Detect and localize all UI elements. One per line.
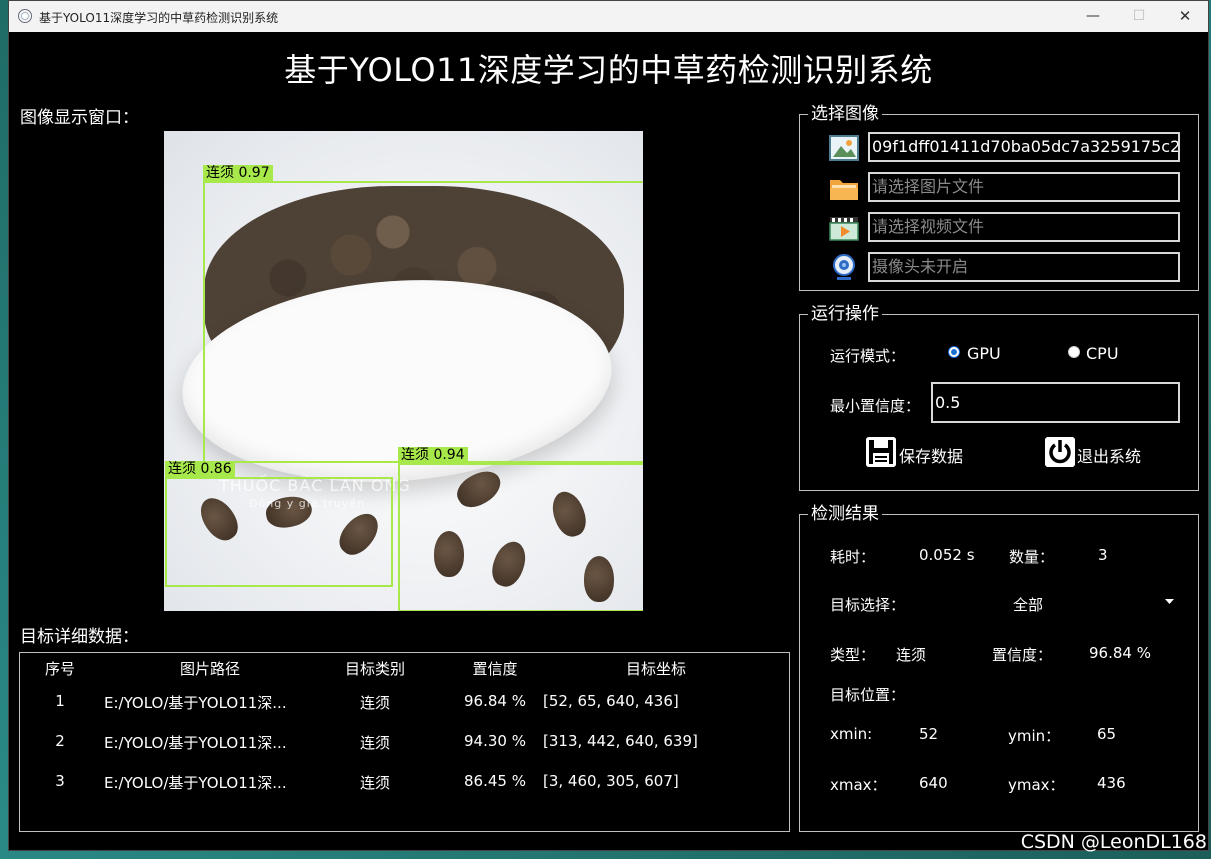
- xmax-label: xmax：: [830, 776, 887, 794]
- camera-icon[interactable]: [829, 253, 859, 283]
- main-window: 基于YOLO11深度学习的中草药检测识别系统 — ☐ ✕ 基于YOLO11深度学…: [8, 0, 1209, 851]
- save-icon: [866, 437, 896, 467]
- table-label: 目标详细数据：: [20, 627, 139, 647]
- exit-label: 退出系统: [1077, 447, 1142, 466]
- detection-label: 连须 0.94: [398, 447, 468, 464]
- camera-field[interactable]: 摄像头未开启: [868, 252, 1180, 282]
- select-image-legend: 选择图像: [808, 104, 882, 124]
- select-image-group: 选择图像 09f1dff01411d70ba05dc7a3259175c2.jp…: [799, 104, 1199, 291]
- time-value: 0.052 s: [919, 546, 975, 564]
- cpu-radio[interactable]: [1068, 346, 1080, 358]
- table-header: 图片路径: [179, 660, 241, 678]
- csdn-watermark: CSDN @LeonDL168: [1020, 831, 1207, 853]
- detection-label: 连须 0.97: [203, 165, 273, 182]
- image-panel-label: 图像显示窗口：: [20, 108, 139, 128]
- close-button[interactable]: ✕: [1162, 1, 1208, 32]
- target-select-value: 全部: [1013, 596, 1044, 614]
- image-file-field[interactable]: 09f1dff01411d70ba05dc7a3259175c2.jpg: [868, 132, 1180, 162]
- ymax-label: ymax：: [1008, 776, 1065, 794]
- video-file-field[interactable]: 请选择视频文件: [868, 212, 1180, 242]
- gpu-label[interactable]: GPU: [967, 344, 1001, 363]
- results-group: 检测结果 耗时： 0.052 s 数量： 3 目标选择： 全部 类型： 连须 置…: [799, 504, 1199, 832]
- app-icon: [18, 9, 32, 23]
- run-ops-legend: 运行操作: [808, 304, 882, 324]
- title-bar: 基于YOLO11深度学习的中草药检测识别系统 — ☐ ✕: [9, 1, 1208, 32]
- min-conf-label: 最小置信度：: [830, 397, 921, 415]
- gpu-radio[interactable]: [948, 346, 960, 358]
- table-header: 序号: [44, 660, 76, 678]
- ymax-value: 436: [1097, 774, 1126, 792]
- save-label: 保存数据: [899, 447, 964, 466]
- app-title: 基于YOLO11深度学习的中草药检测识别系统: [284, 51, 933, 89]
- type-value: 连须: [896, 646, 927, 664]
- count-label: 数量：: [1009, 548, 1055, 566]
- results-legend: 检测结果: [808, 504, 882, 524]
- cpu-label[interactable]: CPU: [1086, 344, 1119, 363]
- type-label: 类型：: [830, 646, 876, 664]
- xmax-value: 640: [919, 774, 948, 792]
- min-conf-input[interactable]: 0.5: [931, 382, 1180, 423]
- minimize-button[interactable]: —: [1070, 1, 1116, 32]
- xmin-value: 52: [919, 725, 939, 743]
- table-header: 置信度: [472, 660, 518, 678]
- run-mode-label: 运行模式：: [830, 347, 906, 365]
- position-label: 目标位置：: [830, 686, 906, 704]
- video-icon[interactable]: [829, 213, 859, 243]
- detail-table[interactable]: 序号 图片路径 目标类别 置信度 目标坐标 1 E:/YOLO/基于YOLO11…: [19, 652, 790, 832]
- window-title: 基于YOLO11深度学习的中草药检测识别系统: [39, 11, 279, 25]
- image-folder-field[interactable]: 请选择图片文件: [868, 172, 1180, 202]
- count-value: 3: [1098, 546, 1108, 564]
- run-ops-group: 运行操作 运行模式： GPU CPU 最小置信度： 0.5 保存数据 退出系统: [799, 304, 1199, 491]
- time-label: 耗时：: [830, 548, 876, 566]
- folder-icon[interactable]: [829, 173, 859, 203]
- detection-box-2: 连须 0.94: [398, 447, 643, 611]
- ymin-value: 65: [1097, 725, 1117, 743]
- confidence-label: 置信度：: [992, 646, 1053, 664]
- detection-label: 连须 0.86: [165, 461, 235, 478]
- table-header: 目标类别: [344, 660, 406, 678]
- image-display: THUỐC BẮC LÃN ÔNG Đông y gia truyền 连须 0…: [164, 131, 643, 611]
- detection-box-1: 连须 0.97: [203, 165, 643, 463]
- confidence-value: 96.84 %: [1089, 644, 1151, 662]
- chevron-down-icon: [1165, 599, 1174, 604]
- detection-box-3: 连须 0.86: [165, 461, 393, 587]
- maximize-button[interactable]: ☐: [1116, 1, 1162, 32]
- xmin-label: xmin:: [830, 725, 873, 743]
- power-icon: [1045, 437, 1075, 467]
- image-icon[interactable]: [829, 133, 859, 163]
- target-select-label: 目标选择：: [830, 596, 906, 614]
- ymin-label: ymin：: [1008, 727, 1061, 745]
- table-header: 目标坐标: [625, 660, 687, 678]
